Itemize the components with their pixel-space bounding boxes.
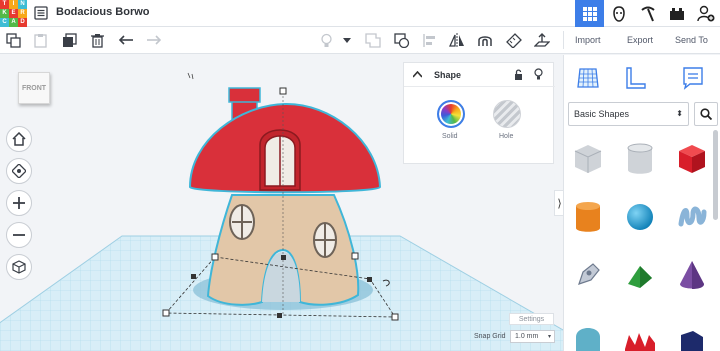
home-icon [12, 132, 26, 146]
ungroup-icon[interactable] [393, 32, 410, 49]
text-shape-icon[interactable] [620, 321, 660, 351]
notes-icon[interactable] [678, 63, 708, 93]
hole-label: Hole [499, 133, 514, 140]
snap-grid-value: 1.0 mm [515, 333, 539, 340]
shape-inspector: Shape [403, 62, 555, 164]
resize-handle[interactable] [162, 309, 170, 317]
logo-letter: K [0, 9, 9, 18]
logo-letter: D [18, 18, 27, 27]
round-roof-icon[interactable] [568, 321, 608, 351]
home-view-button[interactable] [6, 126, 32, 152]
top-bar: TINKERCAD Bodacious Borwo [0, 0, 720, 27]
shape-category-value: Basic Shapes [574, 109, 630, 119]
logo-letter: R [18, 9, 27, 18]
group-icon[interactable] [364, 32, 381, 49]
paste-icon[interactable] [32, 32, 49, 49]
resize-handle[interactable] [367, 277, 372, 282]
cone-icon[interactable] [672, 255, 712, 295]
pen-icon[interactable] [568, 255, 608, 295]
snap-grid-select[interactable]: 1.0 mm ▾ [510, 330, 555, 343]
height-handle[interactable] [279, 87, 287, 95]
resize-handle[interactable] [211, 253, 219, 261]
zoom-out-button[interactable] [6, 222, 32, 248]
pickaxe-icon[interactable] [633, 0, 662, 27]
shapes-library-panel: Basic Shapes ⬍ [563, 55, 720, 351]
collapse-arrow-icon[interactable] [413, 71, 422, 78]
cursor-mark [187, 72, 194, 80]
hole-swatch[interactable] [493, 100, 521, 128]
fit-all-icon [12, 164, 26, 178]
light-bulb-icon[interactable] [318, 32, 335, 49]
solid-color-swatch[interactable] [437, 100, 465, 128]
sphere-icon[interactable] [620, 197, 660, 237]
view-cube[interactable]: FRONT [18, 72, 50, 104]
workplane-grid-icon[interactable] [573, 63, 603, 93]
redo-icon[interactable] [145, 32, 162, 49]
lock-icon[interactable] [514, 69, 523, 80]
logo-letter: E [9, 9, 18, 18]
tinkercad-logo[interactable]: TINKERCAD [0, 0, 27, 27]
user-add-icon[interactable] [691, 0, 720, 27]
cube-icon [12, 260, 26, 274]
plus-icon [13, 197, 25, 209]
zoom-in-button[interactable] [6, 190, 32, 216]
cruise-icon[interactable] [476, 32, 493, 49]
logo-letter: C [0, 18, 9, 27]
design-list-icon[interactable] [34, 6, 48, 20]
design-title[interactable]: Bodacious Borwo [56, 6, 150, 18]
center-handle[interactable] [281, 255, 286, 260]
cylinder-hole-icon[interactable] [620, 139, 660, 179]
logo-letter: A [9, 18, 18, 27]
logo-letter: I [9, 0, 18, 9]
chevron-down-icon: ▾ [547, 334, 551, 340]
resize-handle[interactable] [277, 313, 282, 318]
trash-icon[interactable] [89, 32, 106, 49]
solid-label: Solid [442, 133, 458, 140]
visibility-bulb-icon[interactable] [534, 68, 543, 80]
shape-panel-title: Shape [434, 70, 462, 80]
cylinder-icon[interactable] [568, 197, 608, 237]
fit-view-button[interactable] [6, 158, 32, 184]
chevron-down-icon[interactable] [342, 32, 352, 49]
resize-handle[interactable] [391, 313, 399, 321]
search-shapes-button[interactable] [694, 102, 718, 126]
undo-icon[interactable] [118, 32, 135, 49]
ortho-view-button[interactable] [6, 254, 32, 280]
bricks-icon[interactable] [662, 0, 691, 27]
toolbar-divider [563, 31, 564, 49]
roof-icon[interactable] [620, 255, 660, 295]
polygon-shape-icon[interactable] [672, 321, 712, 351]
copy-icon[interactable] [5, 32, 22, 49]
library-scrollbar[interactable] [713, 130, 718, 220]
grid-view-icon[interactable] [575, 0, 604, 27]
duplicate-icon[interactable] [61, 32, 78, 49]
resize-handle[interactable] [351, 252, 359, 260]
gallery-icon[interactable] [604, 0, 633, 27]
scribble-icon[interactable] [672, 197, 712, 237]
export-button[interactable]: Export [627, 32, 653, 48]
workplane-icon[interactable] [533, 32, 550, 49]
edit-toolbar [0, 27, 720, 54]
box-icon[interactable] [672, 139, 712, 179]
shape-category-select[interactable]: Basic Shapes ⬍ [568, 102, 689, 126]
snap-grid-label: Snap Grid [474, 333, 506, 340]
resize-handle[interactable] [191, 274, 196, 279]
ruler-tool-icon[interactable] [620, 63, 650, 93]
settings-button[interactable]: Settings [509, 313, 554, 325]
mirror-icon[interactable] [448, 32, 465, 49]
chevron-updown-icon: ⬍ [676, 109, 683, 118]
search-icon [700, 108, 712, 120]
box-hole-icon[interactable] [568, 139, 608, 179]
logo-letter: N [18, 0, 27, 9]
minus-icon [13, 234, 25, 236]
ruler-icon[interactable] [505, 32, 522, 49]
import-button[interactable]: Import [575, 32, 601, 48]
align-icon[interactable] [421, 32, 438, 49]
send-to-button[interactable]: Send To [675, 32, 708, 48]
logo-letter: T [0, 0, 9, 9]
